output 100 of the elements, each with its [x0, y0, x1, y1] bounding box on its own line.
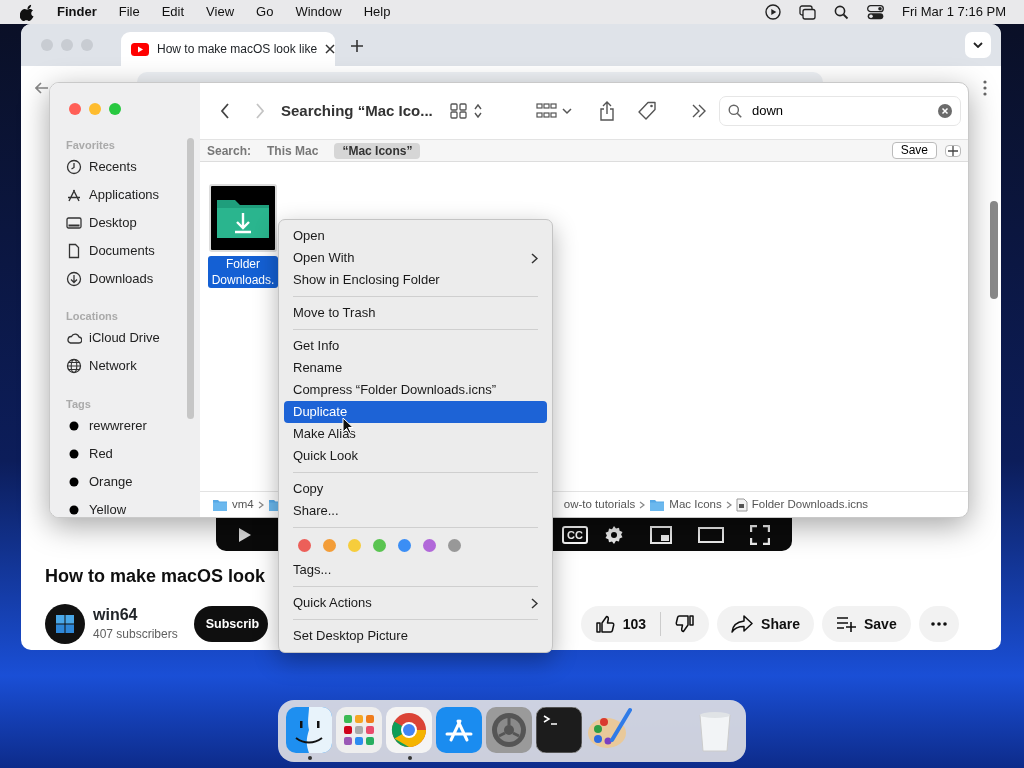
channel-avatar[interactable]	[45, 604, 85, 644]
add-criteria-button[interactable]	[945, 144, 961, 157]
color-tag-dot[interactable]	[348, 538, 361, 552]
color-tag-dot[interactable]	[448, 538, 461, 552]
path-item[interactable]: vm4	[232, 495, 254, 514]
menu-item[interactable]: Open	[284, 225, 547, 247]
sidebar-item[interactable]: rewwrerer	[50, 412, 200, 440]
menu-item[interactable]: Move to Trash	[284, 302, 547, 324]
color-tag-dot[interactable]	[323, 538, 336, 552]
sidebar-heading: Favorites	[66, 138, 116, 153]
menu-item[interactable]: Go	[256, 2, 274, 22]
menu-item[interactable]: Quick Look	[284, 445, 547, 467]
scrollbar-thumb[interactable]	[187, 138, 194, 419]
sidebar-item[interactable]: Documents	[50, 237, 200, 265]
terminal-icon[interactable]	[536, 707, 582, 753]
sidebar-item[interactable]: iCloud Drive	[50, 324, 200, 352]
menu-item[interactable]: Set Desktop Picture	[284, 625, 547, 647]
like-button[interactable]: 103	[580, 606, 661, 642]
share-icon[interactable]	[599, 101, 615, 121]
menu-item[interactable]: Make Alias	[284, 423, 547, 445]
scope-option[interactable]: This Mac	[259, 142, 327, 159]
menu-item[interactable]: Open With	[284, 247, 547, 269]
settings-icon[interactable]	[604, 524, 624, 545]
tag-icon[interactable]	[637, 101, 657, 121]
search-field[interactable]: down	[750, 100, 930, 122]
file-thumbnail[interactable]	[209, 184, 277, 252]
back-chevron-icon[interactable]	[220, 103, 230, 119]
thumbs-up-icon	[594, 614, 615, 634]
color-tag-dot[interactable]	[373, 538, 386, 552]
app-store-icon[interactable]	[436, 707, 482, 753]
document-icon	[66, 243, 82, 259]
subscribe-button[interactable]: Subscrib	[193, 606, 268, 642]
sidebar-item[interactable]: Recents	[50, 153, 200, 181]
scope-option[interactable]: “Mac Icons”	[334, 142, 421, 159]
folder-icon	[212, 497, 228, 512]
menu-item[interactable]: Quick Actions	[284, 592, 547, 614]
path-item[interactable]: Folder Downloads.icns	[751, 495, 869, 514]
sidebar-item[interactable]: Network	[50, 352, 200, 380]
share-button[interactable]: Share	[717, 606, 814, 642]
sidebar-item[interactable]: Downloads	[50, 265, 200, 293]
path-item[interactable]: Mac Icons	[669, 495, 722, 514]
sidebar-item[interactable]: Orange	[50, 468, 200, 496]
sidebar-heading: Locations	[66, 309, 119, 324]
windows-icon[interactable]	[798, 4, 816, 20]
file-name[interactable]: Folder Downloads.	[208, 256, 278, 288]
tab-search-button[interactable]	[965, 32, 991, 58]
menu-item[interactable]: Get Info	[284, 335, 547, 357]
sidebar-heading: Tags	[66, 397, 92, 412]
fullscreen-icon[interactable]	[750, 524, 770, 545]
browser-tab[interactable]: How to make macOS look like	[121, 32, 335, 66]
sidebar-item[interactable]: Applications	[50, 181, 200, 209]
sidebar-item[interactable]: Desktop	[50, 209, 200, 237]
menu-item[interactable]: Show in Enclosing Folder	[284, 269, 547, 291]
theater-mode-icon[interactable]	[698, 526, 724, 543]
icon-view-icon[interactable]	[450, 103, 484, 119]
menu-item[interactable]: Share...	[284, 500, 547, 522]
launchpad-grid-icon[interactable]	[336, 707, 382, 753]
menu-item[interactable]: Compress “Folder Downloads.icns”	[284, 379, 547, 401]
group-icon[interactable]	[536, 103, 572, 119]
color-tag-dot[interactable]	[298, 538, 311, 552]
clock[interactable]: Fri Mar 1 7:16 PM	[901, 2, 1006, 22]
path-item[interactable]: ow-to tutorials	[563, 495, 636, 514]
search-icon[interactable]	[833, 4, 849, 20]
miniplayer-icon[interactable]	[650, 525, 672, 544]
color-tag-dot[interactable]	[423, 538, 436, 552]
clear-icon[interactable]	[938, 104, 952, 118]
save-button[interactable]: Save	[822, 606, 911, 642]
channel-name[interactable]: win64	[93, 605, 178, 625]
menu-item[interactable]: Tags...	[284, 559, 547, 581]
sidebar-item[interactable]: Yellow	[50, 496, 200, 517]
close-icon[interactable]	[325, 44, 336, 54]
menu-item[interactable]: Duplicate	[284, 401, 547, 423]
captions-button[interactable]: CC	[562, 525, 588, 544]
menu-item[interactable]: View	[206, 2, 235, 22]
sidebar-item[interactable]: Red	[50, 440, 200, 468]
window-control[interactable]	[69, 103, 81, 115]
menu-item[interactable]: Edit	[161, 2, 185, 22]
menu-item[interactable]: Help	[363, 2, 391, 22]
play-icon[interactable]	[238, 526, 252, 543]
browser-logo-icon[interactable]	[386, 707, 432, 753]
play-circle-icon[interactable]	[764, 4, 781, 20]
back-arrow-icon[interactable]	[35, 82, 49, 94]
app-menu[interactable]: Finder	[57, 2, 97, 22]
gear-icon[interactable]	[486, 707, 532, 753]
finder-face-icon[interactable]	[286, 707, 332, 753]
overflow-chevrons-icon[interactable]	[691, 104, 707, 118]
menu-item[interactable]: Copy	[284, 478, 547, 500]
control-center-icon[interactable]	[866, 4, 884, 20]
scrollbar-thumb[interactable]	[990, 201, 998, 299]
more-button[interactable]	[918, 606, 959, 642]
save-search-button[interactable]: Save	[891, 142, 937, 159]
chevron-right-icon	[639, 500, 646, 509]
search-bar[interactable]: down	[719, 96, 961, 126]
menu-item[interactable]: Window	[295, 2, 342, 22]
menu-item[interactable]: Rename	[284, 357, 547, 379]
subscriber-count: 407 subscribers	[93, 626, 178, 643]
new-tab-icon[interactable]	[351, 40, 363, 52]
menu-item[interactable]: File	[118, 2, 140, 22]
color-tag-dot[interactable]	[398, 538, 411, 552]
more-vertical-icon[interactable]	[983, 80, 987, 96]
